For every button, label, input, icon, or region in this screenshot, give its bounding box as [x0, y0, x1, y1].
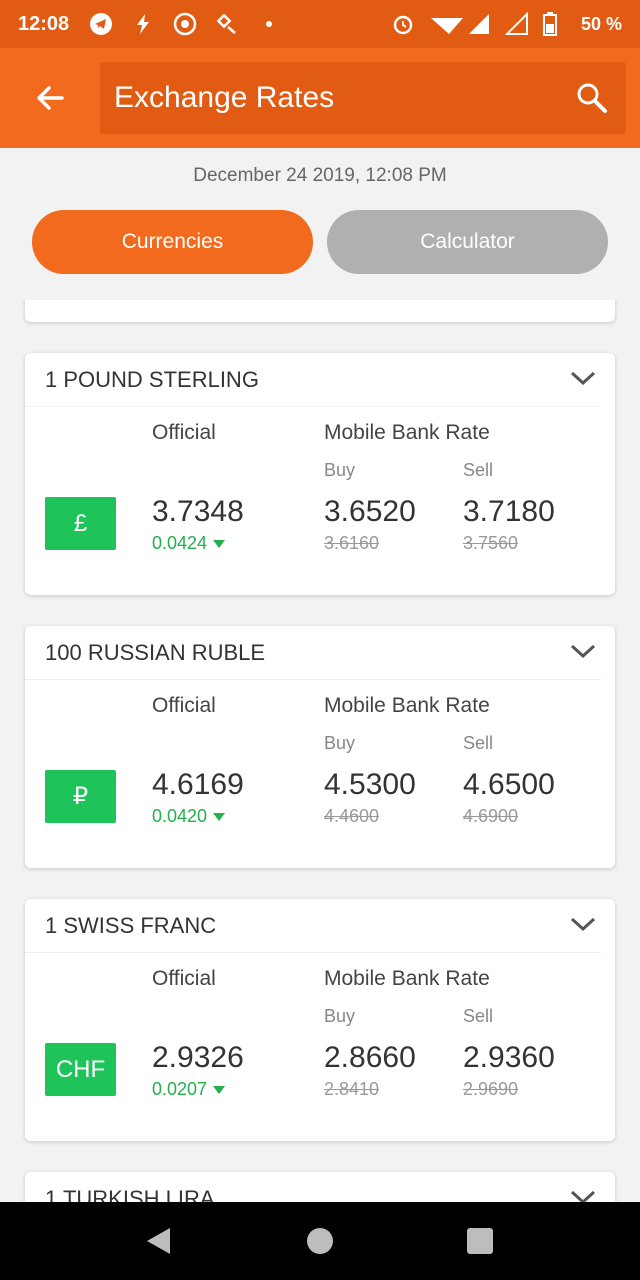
official-label: Official: [152, 421, 216, 444]
status-time: 12:08: [18, 12, 70, 35]
chevron-down-icon[interactable]: [569, 1186, 597, 1202]
currency-card[interactable]: 1 SWISS FRANC Official Mobile Bank Rate …: [25, 899, 615, 1141]
tab-currencies[interactable]: Currencies: [32, 210, 313, 274]
currency-card-partial: [25, 300, 615, 322]
search-bar[interactable]: Exchange Rates: [100, 62, 626, 134]
currency-list[interactable]: 1 POUND STERLING Official Mobile Bank Ra…: [0, 300, 640, 1202]
search-icon[interactable]: [574, 80, 610, 116]
arrow-left-icon: [37, 86, 64, 110]
tab-calculator[interactable]: Calculator: [327, 210, 608, 274]
battery-icon: [542, 12, 567, 36]
sell-label: Sell: [463, 1006, 494, 1026]
official-rate: 4.6169: [152, 768, 244, 801]
battery-percentage: 50 %: [580, 13, 622, 34]
last-updated-date: December 24 2019, 12:08 PM: [193, 165, 447, 186]
official-rate: 3.7348: [152, 495, 244, 528]
page-title: Exchange Rates: [114, 81, 335, 114]
back-nav-icon[interactable]: [144, 1226, 174, 1256]
mobile-bank-rate-label: Mobile Bank Rate: [324, 694, 490, 717]
dot-icon: [257, 12, 281, 36]
recents-nav-icon[interactable]: [465, 1226, 495, 1256]
alarm-icon: [391, 12, 415, 36]
sell-label: Sell: [463, 733, 494, 753]
chevron-down-icon[interactable]: [569, 913, 597, 937]
telegram-icon: [89, 12, 113, 36]
currency-card[interactable]: 100 RUSSIAN RUBLE Official Mobile Bank R…: [25, 626, 615, 868]
currency-name: 100 RUSSIAN RUBLE: [25, 626, 601, 680]
sell-rate: 4.6500: [463, 768, 555, 801]
buy-rate-previous: 4.4600: [324, 806, 380, 826]
signal-icon: [467, 12, 491, 36]
official-change: 0.0207: [152, 1079, 226, 1100]
app-bar: Exchange Rates: [0, 48, 640, 148]
currency-name: 1 POUND STERLING: [25, 353, 601, 407]
official-change: 0.0424: [152, 533, 226, 554]
buy-label: Buy: [324, 733, 356, 753]
buy-label: Buy: [324, 1006, 356, 1026]
tab-bar: Currencies Calculator: [32, 210, 608, 274]
currency-card[interactable]: 1 TURKISH LIRA: [25, 1172, 615, 1202]
official-label: Official: [152, 694, 216, 717]
currency-symbol-icon: £: [45, 497, 116, 550]
currency-name: 1 SWISS FRANC: [25, 899, 601, 953]
currency-name: 1 TURKISH LIRA: [25, 1172, 601, 1203]
currency-symbol-icon: CHF: [45, 1043, 116, 1096]
triangle-down-icon: [213, 540, 226, 548]
sell-rate-previous: 2.9690: [463, 1079, 519, 1099]
notification-icons: [89, 12, 281, 36]
roaming-signal-icon: [504, 11, 529, 36]
aperture-icon: [173, 12, 197, 36]
chevron-down-icon[interactable]: [569, 367, 597, 391]
official-rate: 2.9326: [152, 1041, 244, 1074]
lightning-icon: [131, 12, 155, 36]
status-bar: 12:08 50 %: [0, 0, 640, 48]
buy-rate: 4.5300: [324, 768, 416, 801]
sell-label: Sell: [463, 460, 494, 480]
official-change: 0.0420: [152, 806, 226, 827]
triangle-down-icon: [213, 1086, 226, 1094]
sell-rate-previous: 4.6900: [463, 806, 519, 826]
mobile-bank-rate-label: Mobile Bank Rate: [324, 967, 490, 990]
sell-rate-previous: 3.7560: [463, 533, 519, 553]
buy-rate-previous: 3.6160: [324, 533, 380, 553]
sell-rate: 3.7180: [463, 495, 555, 528]
official-label: Official: [152, 967, 216, 990]
wifi-icon: [429, 12, 463, 36]
currency-symbol-icon: ₽: [45, 770, 116, 823]
satellite-icon: [215, 12, 239, 36]
home-nav-icon[interactable]: [305, 1226, 335, 1256]
buy-rate-previous: 2.8410: [324, 1079, 380, 1099]
mobile-bank-rate-label: Mobile Bank Rate: [324, 421, 490, 444]
system-navigation-bar: [0, 1202, 640, 1280]
sell-rate: 2.9360: [463, 1041, 555, 1074]
currency-card[interactable]: 1 POUND STERLING Official Mobile Bank Ra…: [25, 353, 615, 595]
buy-rate: 2.8660: [324, 1041, 416, 1074]
chevron-down-icon[interactable]: [569, 640, 597, 664]
triangle-down-icon: [213, 813, 226, 821]
system-icons: 50 %: [391, 11, 622, 36]
buy-label: Buy: [324, 460, 356, 480]
buy-rate: 3.6520: [324, 495, 416, 528]
back-button[interactable]: [0, 48, 100, 148]
